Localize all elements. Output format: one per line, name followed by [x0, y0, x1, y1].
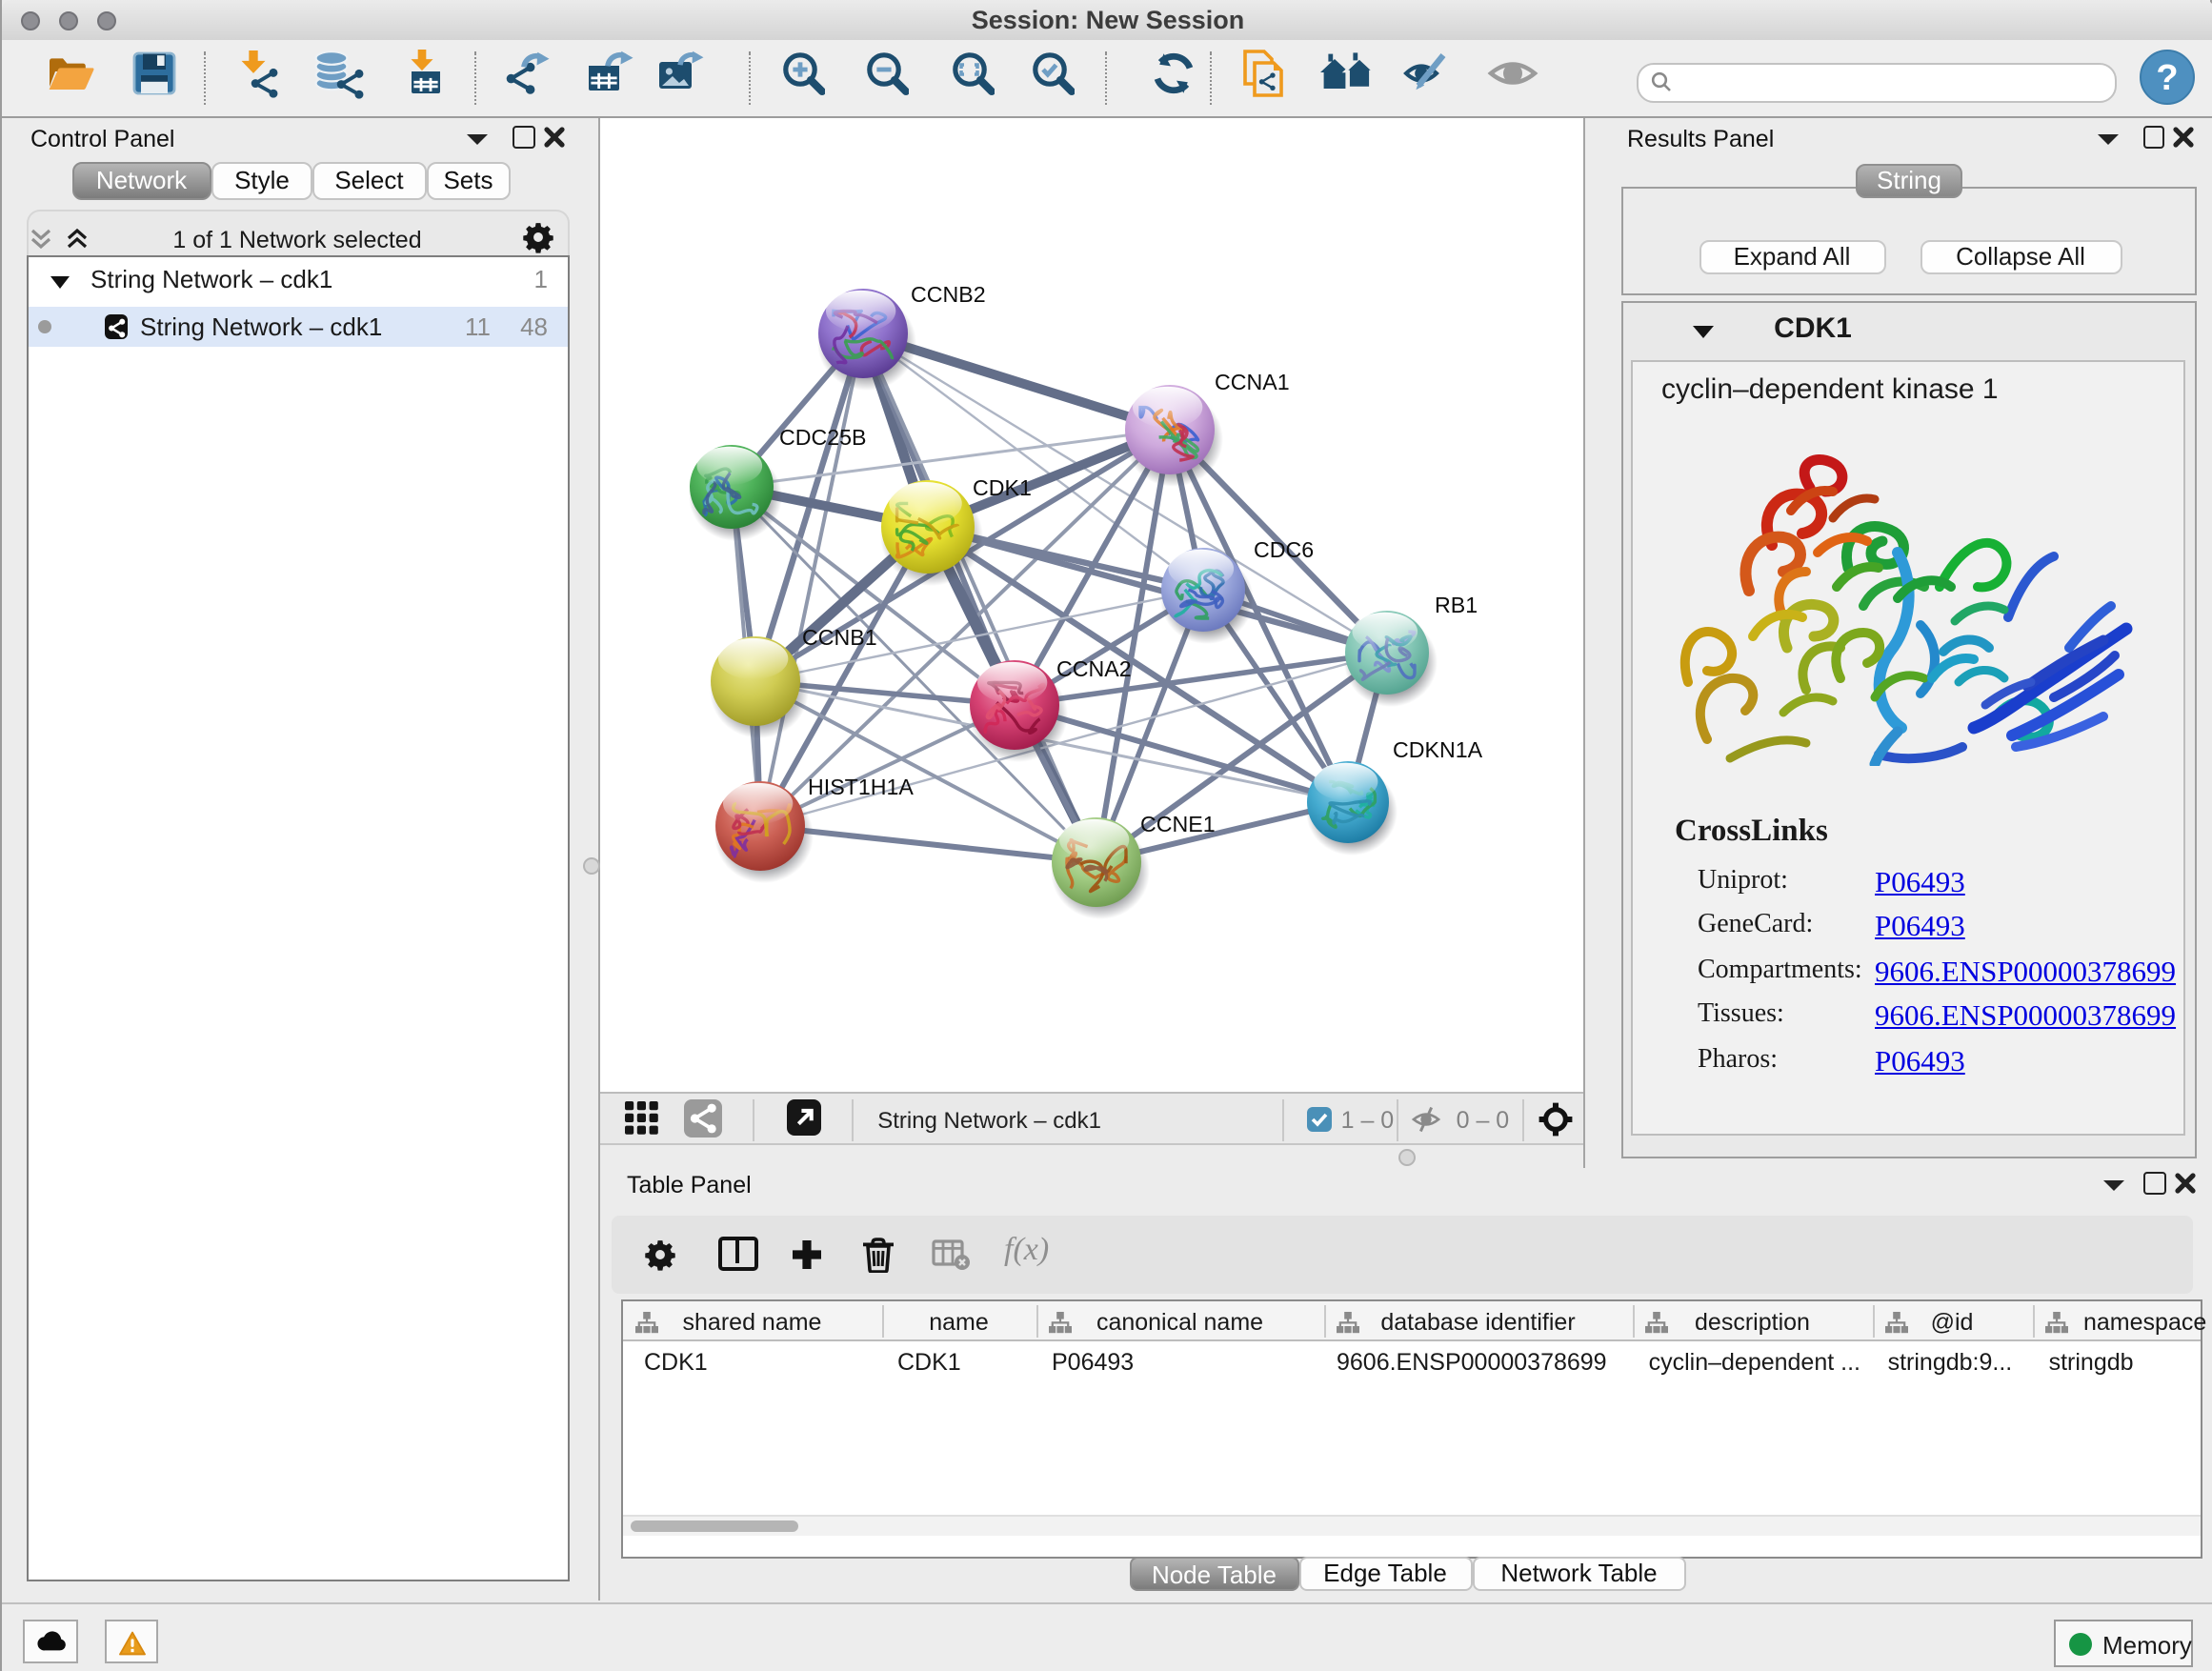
svg-text:CDC6: CDC6 [1254, 537, 1314, 562]
svg-text:CCNE1: CCNE1 [1140, 812, 1216, 836]
svg-text:CCNA1: CCNA1 [1215, 370, 1290, 394]
svg-text:CCNB1: CCNB1 [802, 625, 877, 650]
svg-text:CDK1: CDK1 [973, 475, 1032, 500]
svg-text:CCNA2: CCNA2 [1056, 656, 1132, 681]
svg-text:CDC25B: CDC25B [779, 425, 867, 450]
svg-text:CDKN1A: CDKN1A [1393, 737, 1483, 762]
svg-text:CCNB2: CCNB2 [911, 282, 986, 307]
svg-text:RB1: RB1 [1435, 593, 1478, 617]
svg-text:HIST1H1A: HIST1H1A [808, 775, 914, 799]
